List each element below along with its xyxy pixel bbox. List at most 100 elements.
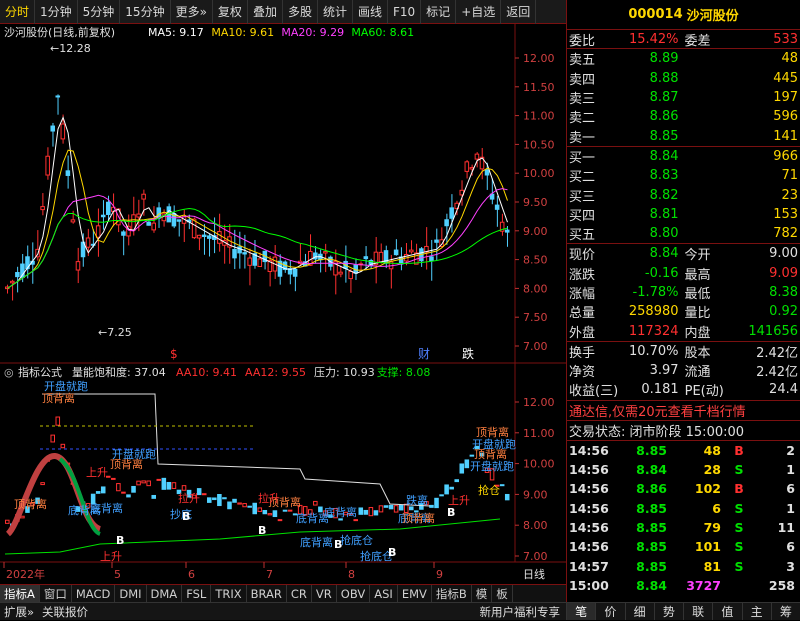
ind-candle xyxy=(282,509,288,512)
tick-price: 8.84 xyxy=(636,462,667,478)
tick-list[interactable]: 14:56 8.85 48 B 2 14:56 8.84 28 S 1 14:56 8.86 102 B 6… xyxy=(567,441,800,595)
stat-label2: 最低 xyxy=(684,287,711,302)
indicator-tab-1[interactable]: 窗口 xyxy=(40,584,72,603)
candle-body xyxy=(70,219,76,223)
ind-candle xyxy=(277,519,283,522)
period-label[interactable]: 日线 xyxy=(523,567,545,581)
related-quote-button[interactable]: 关联报价 xyxy=(38,603,92,621)
quote-tab-1[interactable]: 价 xyxy=(595,603,624,620)
indicator-tab-10[interactable]: OBV xyxy=(337,584,371,603)
chart-area[interactable]: 12.00 11.50 11.00 10.50 10.00 9.50 9.00 8.50 8.0… xyxy=(0,24,566,584)
bids-row-4[interactable]: 买五 8.80 782 xyxy=(567,224,800,243)
toolbar-item-2[interactable]: 5分钟 xyxy=(78,0,121,24)
bids-row-2[interactable]: 买三 8.82 23 xyxy=(567,185,800,205)
quote-tab-2[interactable]: 细 xyxy=(624,603,654,620)
ind-ytick-label: 10.00 xyxy=(523,458,555,471)
ind-candle xyxy=(55,416,61,426)
signal-label-1: 开盘就跑 xyxy=(44,379,88,393)
kline-chart[interactable]: 12.00 11.50 11.00 10.50 10.00 9.50 9.00 8.50 8.0… xyxy=(0,24,566,584)
indicator-tab-12[interactable]: EMV xyxy=(398,584,432,603)
indicator-tab-6[interactable]: TRIX xyxy=(211,584,247,603)
toolbar-item-5[interactable]: 复权 xyxy=(213,0,248,24)
main-chart-title: 沙河股份(日线,前复权) xyxy=(4,25,115,39)
toolbar-item-1[interactable]: 1分钟 xyxy=(35,0,78,24)
tick-time: 14:56 xyxy=(569,539,609,555)
quote-tab-5[interactable]: 值 xyxy=(712,603,741,620)
toolbar-item-0[interactable]: 分时 xyxy=(0,0,36,24)
ind-candle xyxy=(338,518,343,521)
indicator-tab-8[interactable]: CR xyxy=(287,584,312,603)
tick-row-0: 14:56 8.85 48 B 2 xyxy=(567,441,800,460)
ind-candle xyxy=(247,505,252,508)
bids-row-0[interactable]: 买一 8.84 966 xyxy=(567,147,800,166)
main-ytick-label: 7.50 xyxy=(523,311,548,324)
toolbar-item-8[interactable]: 统计 xyxy=(318,0,353,24)
ind-candle xyxy=(50,434,56,443)
asks-row-4[interactable]: 卖一 8.85 141 xyxy=(567,126,800,146)
indicator-tab-15[interactable]: 模 xyxy=(472,584,493,603)
candle-body xyxy=(85,237,91,248)
toolbar-item-3[interactable]: 15分钟 xyxy=(120,0,171,24)
high-price-label: ←12.28 xyxy=(50,42,91,55)
indicator-tab-11[interactable]: ASI xyxy=(370,584,398,603)
toolbar-item-9[interactable]: 画线 xyxy=(353,0,388,24)
toolbar-item-12[interactable]: +自选 xyxy=(456,0,502,24)
event-marker-0[interactable]: $ xyxy=(170,347,178,361)
indicator-tab-3[interactable]: DMI xyxy=(115,584,147,603)
promo-banner[interactable]: 通达信,仅需20元查看千档行情 xyxy=(567,401,800,421)
toolbar-item-6[interactable]: 叠加 xyxy=(248,0,283,24)
quote-tabs: 笔价细势联值主筹 xyxy=(566,602,800,620)
candle-body xyxy=(474,153,480,160)
quote-tab-0[interactable]: 笔 xyxy=(566,603,596,620)
candle-body xyxy=(242,252,247,255)
toolbar-item-4[interactable]: 更多» xyxy=(171,0,213,24)
indicator-tab-5[interactable]: FSL xyxy=(182,584,212,603)
indicator-tab-2[interactable]: MACD xyxy=(72,584,116,603)
ind-candle xyxy=(383,505,389,508)
indicator-tab-16[interactable]: 板 xyxy=(492,584,513,603)
quote-tab-3[interactable]: 势 xyxy=(653,603,683,620)
bids-price: 8.83 xyxy=(649,168,679,184)
event-marker-1[interactable]: 财 xyxy=(418,347,430,361)
ind-candle xyxy=(227,501,232,510)
toolbar-item-13[interactable]: 返回 xyxy=(501,0,537,24)
indicator-tab-14[interactable]: 指标B xyxy=(432,584,472,603)
candle-body xyxy=(136,213,141,218)
indicator-tab-4[interactable]: DMA xyxy=(147,584,183,603)
asks-row-1[interactable]: 卖四 8.88 445 xyxy=(567,69,800,88)
ind-candle xyxy=(111,477,116,480)
event-marker-2[interactable]: 跌 xyxy=(462,346,474,361)
bids-row-3[interactable]: 买四 8.81 153 xyxy=(567,205,800,224)
ind-candle xyxy=(116,483,121,492)
share-label2: 股本 xyxy=(684,345,711,361)
toolbar-item-10[interactable]: F10 xyxy=(388,0,422,24)
expand-button[interactable]: 扩展» xyxy=(0,603,38,621)
ind-candle xyxy=(257,507,263,512)
share-label2: PE(动) xyxy=(684,384,724,400)
ind-dropdown-icon[interactable]: ◎ xyxy=(4,366,14,379)
ind-candle xyxy=(156,478,162,481)
asks-row-3[interactable]: 卖二 8.86 596 xyxy=(567,107,800,126)
signal-label-5: 顶背离 xyxy=(110,457,143,471)
main-ytick-label: 9.50 xyxy=(523,196,548,209)
ind-candle xyxy=(237,502,242,505)
signal-label-10: 底背离 xyxy=(300,535,333,549)
indicator-tab-9[interactable]: VR xyxy=(312,584,337,603)
tick-count: 6 xyxy=(786,481,795,497)
indicator-tab-0[interactable]: 指标A xyxy=(0,584,40,603)
candle-body xyxy=(444,219,449,227)
ind-ytick-label: 9.00 xyxy=(523,488,548,501)
quote-tab-4[interactable]: 联 xyxy=(683,603,712,620)
promo-link[interactable]: 新用户福利专享 xyxy=(476,603,565,621)
asks-row-2[interactable]: 卖三 8.87 197 xyxy=(567,88,800,107)
stat-value: -0.16 xyxy=(644,265,679,281)
quote-tab-7[interactable]: 筹 xyxy=(770,603,800,620)
indicator-tab-7[interactable]: BRAR xyxy=(247,584,287,603)
ind-candle xyxy=(262,509,268,515)
toolbar-item-11[interactable]: 标记 xyxy=(421,0,457,24)
bids-row-1[interactable]: 买二 8.83 71 xyxy=(567,166,800,185)
quote-tab-6[interactable]: 主 xyxy=(741,603,771,620)
asks-row-0[interactable]: 卖五 8.89 48 xyxy=(567,49,800,68)
toolbar-item-7[interactable]: 多股 xyxy=(283,0,318,24)
ind-candle xyxy=(373,510,379,516)
